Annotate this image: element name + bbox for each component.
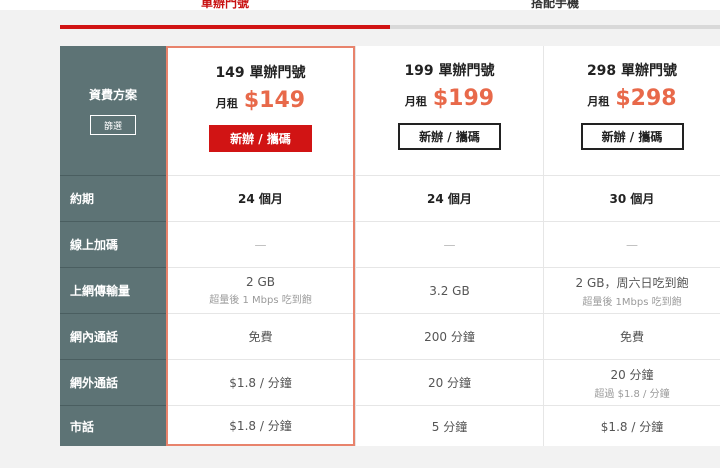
cell-subvalue: 超量後 1 Mbps 吃到飽 bbox=[209, 295, 312, 306]
cell-value: $1.8 / 分鐘 bbox=[600, 419, 664, 434]
apply-button[interactable]: 新辦 / 攜碼 bbox=[580, 123, 684, 150]
plan-price: $149 bbox=[243, 88, 306, 113]
tab-with-phone[interactable]: 搭配手機 bbox=[390, 0, 720, 29]
cell-landline: 5 分鐘 bbox=[355, 405, 544, 446]
cell-value: 2 GB bbox=[246, 275, 275, 289]
cell-value: 5 分鐘 bbox=[431, 419, 468, 434]
plan-price: $199 bbox=[432, 86, 495, 111]
price-prefix: 月租 bbox=[215, 97, 238, 110]
cell-value: 24 個月 bbox=[238, 192, 283, 206]
cell-offnet-calls: 20 分鐘 bbox=[355, 359, 544, 405]
cell-value: 30 個月 bbox=[609, 192, 655, 206]
tab-label: 單辦門號 bbox=[200, 0, 249, 10]
plan-column-199: 199 單辦門號 月租 $199 新辦 / 攜碼 24 個月 — 3.2 GB … bbox=[355, 46, 544, 446]
cell-offnet-calls: 20 分鐘超過 $1.8 / 分鐘 bbox=[544, 359, 720, 405]
row-label-online-bonus: 線上加碼 bbox=[60, 221, 166, 267]
cell-value: $1.8 / 分鐘 bbox=[229, 376, 292, 390]
cell-landline: $1.8 / 分鐘 bbox=[168, 405, 353, 444]
cell-value: — bbox=[626, 237, 638, 252]
price-line: 月租 $298 bbox=[587, 86, 676, 111]
price-line: 月租 $199 bbox=[405, 86, 494, 111]
apply-button[interactable]: 新辦 / 攜碼 bbox=[209, 125, 312, 152]
row-label-landline: 市話 bbox=[60, 405, 166, 446]
cell-landline: $1.8 / 分鐘 bbox=[544, 405, 720, 446]
plan-column-298: 298 單辦門號 月租 $298 新辦 / 攜碼 30 個月 — 2 GB，周六… bbox=[544, 46, 720, 446]
price-prefix: 月租 bbox=[587, 95, 610, 108]
cell-contract: 30 個月 bbox=[544, 175, 720, 221]
cell-value: $1.8 / 分鐘 bbox=[229, 418, 292, 433]
plan-header-cell: 資費方案 篩選 bbox=[60, 46, 166, 175]
cell-value: 3.2 GB bbox=[429, 283, 470, 298]
cell-contract: 24 個月 bbox=[168, 175, 353, 221]
tab-single-number[interactable]: 單辦門號 bbox=[60, 0, 390, 29]
cell-online-bonus: — bbox=[544, 221, 720, 267]
plan-price: $298 bbox=[615, 86, 677, 111]
cell-contract: 24 個月 bbox=[355, 175, 544, 221]
row-header-column: 資費方案 篩選 約期 線上加碼 上網傳輸量 網內通話 網外通話 市話 bbox=[60, 46, 166, 446]
cell-online-bonus: — bbox=[168, 221, 353, 267]
cell-onnet-calls: 免費 bbox=[544, 313, 720, 359]
cell-offnet-calls: $1.8 / 分鐘 bbox=[168, 359, 353, 405]
row-label-data: 上網傳輸量 bbox=[60, 267, 166, 313]
plan-comparison-table: 資費方案 篩選 約期 線上加碼 上網傳輸量 網內通話 網外通話 市話 149 單… bbox=[60, 46, 720, 446]
cell-value: 2 GB，周六日吃到飽 bbox=[575, 275, 689, 290]
cell-data: 3.2 GB bbox=[355, 267, 544, 313]
price-line: 月租 $149 bbox=[216, 88, 305, 113]
plan-column-149: 149 單辦門號 月租 $149 新辦 / 攜碼 24 個月 — 2 GB 超量後… bbox=[166, 46, 355, 446]
cell-value: — bbox=[254, 237, 267, 252]
cell-data: 2 GB 超量後 1 Mbps 吃到飽 bbox=[168, 267, 353, 313]
plan-name: 149 單辦門號 bbox=[215, 65, 306, 81]
cell-onnet-calls: 200 分鐘 bbox=[355, 313, 544, 359]
cell-onnet-calls: 免費 bbox=[168, 313, 353, 359]
cell-value: 20 分鐘 bbox=[610, 367, 654, 382]
plan-name: 298 單辦門號 bbox=[586, 63, 678, 79]
tab-label: 搭配手機 bbox=[530, 0, 579, 10]
plan-head: 199 單辦門號 月租 $199 新辦 / 攜碼 bbox=[355, 46, 544, 175]
plan-head: 149 單辦門號 月租 $149 新辦 / 攜碼 bbox=[168, 48, 353, 177]
cell-value: 免費 bbox=[248, 330, 273, 344]
plan-head: 298 單辦門號 月租 $298 新辦 / 攜碼 bbox=[544, 46, 720, 175]
cell-subvalue: 超過 $1.8 / 分鐘 bbox=[594, 388, 670, 400]
plan-name: 199 單辦門號 bbox=[404, 63, 495, 79]
row-label-offnet-calls: 網外通話 bbox=[60, 359, 166, 405]
plan-header-title: 資費方案 bbox=[88, 88, 137, 102]
tab-indicator bbox=[60, 25, 390, 29]
row-label-contract: 約期 bbox=[60, 175, 166, 221]
apply-button[interactable]: 新辦 / 攜碼 bbox=[398, 123, 501, 150]
row-label-onnet-calls: 網內通話 bbox=[60, 313, 166, 359]
cell-value: 20 分鐘 bbox=[427, 376, 472, 390]
plan-type-tabs: 單辦門號 搭配手機 bbox=[60, 0, 720, 29]
tab-indicator bbox=[390, 25, 720, 29]
cell-data: 2 GB，周六日吃到飽 超量後 1Mbps 吃到飽 bbox=[544, 267, 720, 313]
cell-online-bonus: — bbox=[355, 221, 544, 267]
cell-value: — bbox=[443, 237, 456, 252]
cell-subvalue: 超量後 1Mbps 吃到飽 bbox=[582, 296, 682, 308]
price-prefix: 月租 bbox=[404, 95, 427, 108]
cell-value: 200 分鐘 bbox=[424, 330, 475, 344]
filter-button[interactable]: 篩選 bbox=[90, 115, 136, 135]
cell-value: 免費 bbox=[619, 330, 644, 344]
cell-value: 24 個月 bbox=[427, 192, 472, 206]
